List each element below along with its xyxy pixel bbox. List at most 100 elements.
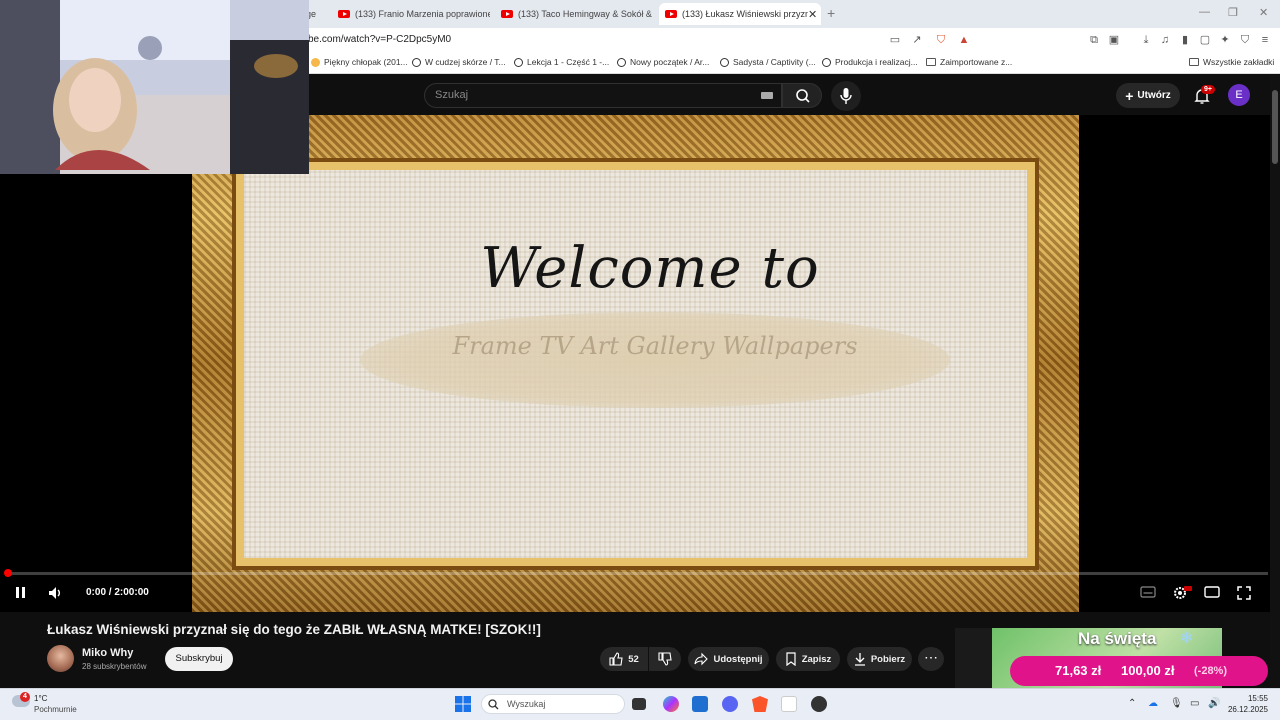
- theater-icon: [1204, 586, 1220, 598]
- brave-icon[interactable]: [752, 696, 768, 712]
- obs-icon[interactable]: [811, 696, 827, 712]
- wallet-icon[interactable]: ▢: [1199, 34, 1211, 46]
- minimize-button[interactable]: —: [1199, 6, 1210, 18]
- bookmark-icon: [786, 652, 796, 666]
- search-icon: [488, 698, 499, 709]
- sidebar-icon[interactable]: ▮: [1179, 34, 1191, 46]
- bookmark-folder[interactable]: Zaimportowane z...: [926, 57, 1012, 67]
- bookmark-item[interactable]: W cudzej skórze / T...: [412, 57, 506, 67]
- microphone-icon: [840, 88, 852, 104]
- menu-icon[interactable]: ≡: [1259, 34, 1271, 46]
- channel-name[interactable]: Miko Why: [82, 647, 133, 659]
- gallery-subtitle: Frame TV Art Gallery Wallpapers: [452, 332, 858, 360]
- cast-icon[interactable]: ▭: [889, 34, 901, 46]
- globe-icon: [412, 57, 421, 67]
- notepad-icon[interactable]: [781, 696, 797, 712]
- clock-time[interactable]: 15:55: [1230, 694, 1268, 703]
- chevron-up-icon[interactable]: ⌃: [1128, 698, 1136, 709]
- weather-temp[interactable]: 1°C: [34, 694, 47, 703]
- tab-search-icon[interactable]: ▣: [1108, 34, 1120, 46]
- clock-date[interactable]: 26.12.2025: [1220, 705, 1268, 714]
- theater-mode-button[interactable]: [1204, 585, 1220, 602]
- tab-title: (133) Franio Marzenia poprawione ar: [355, 9, 490, 19]
- media-icon[interactable]: ♫: [1159, 34, 1171, 46]
- create-button[interactable]: + Utwórz: [1116, 83, 1180, 108]
- keyboard-icon[interactable]: [761, 92, 773, 99]
- more-actions-button[interactable]: ⋯: [918, 647, 944, 671]
- close-tab-icon[interactable]: ✕: [808, 8, 817, 21]
- like-button[interactable]: 52: [600, 647, 648, 671]
- tab-active[interactable]: (133) Łukasz Wiśniewski przyzna ✕: [659, 3, 821, 25]
- youtube-icon: [501, 10, 513, 18]
- scrollbar[interactable]: [1270, 75, 1280, 690]
- all-bookmarks[interactable]: Wszystkie zakładki: [1189, 57, 1274, 67]
- download-label: Pobierz: [870, 653, 906, 665]
- network-icon[interactable]: ▭: [1190, 698, 1199, 709]
- voice-search-button[interactable]: [831, 81, 861, 111]
- scrollbar-thumb[interactable]: [1272, 90, 1278, 164]
- progress-bar[interactable]: [6, 572, 1268, 575]
- dislike-button[interactable]: [649, 647, 681, 671]
- webcam-overlay: [0, 0, 309, 174]
- subtitles-button[interactable]: [1140, 585, 1156, 602]
- ad-regular-price: 100,00 zł: [1121, 663, 1175, 678]
- save-button[interactable]: Zapisz: [776, 647, 840, 671]
- globe-icon: [514, 57, 523, 67]
- new-tab-button[interactable]: +: [827, 5, 835, 21]
- bookmark-label: Zaimportowane z...: [940, 57, 1013, 67]
- taskbar-search[interactable]: Wyszukaj: [481, 694, 625, 714]
- task-view-icon[interactable]: [632, 698, 646, 710]
- share-label: Udostępnij: [713, 653, 763, 665]
- bookmark-item[interactable]: Sadysta / Captivity (...: [720, 57, 816, 67]
- copilot-icon[interactable]: [663, 696, 679, 712]
- url-field[interactable]: be.com/watch?v=P-C2Dpc5yM0: [308, 34, 451, 45]
- subscribe-button[interactable]: Subskrybuj: [165, 647, 233, 671]
- pause-button[interactable]: [14, 585, 28, 604]
- start-button[interactable]: [455, 696, 471, 712]
- microphone-icon[interactable]: 🎙: [1170, 698, 1183, 709]
- bookmark-item[interactable]: Lekcja 1 - Część 1 -...: [514, 57, 609, 67]
- extensions-icon[interactable]: ⧉: [1088, 34, 1100, 46]
- bookmark-item[interactable]: Produkcja i realizacj...: [822, 57, 918, 67]
- weather-badge: 4: [20, 692, 30, 702]
- tab-title: (133) Łukasz Wiśniewski przyzna: [682, 9, 808, 19]
- scrubber-handle[interactable]: [4, 569, 12, 577]
- discord-icon[interactable]: [722, 696, 738, 712]
- store-icon[interactable]: [692, 696, 708, 712]
- fullscreen-icon: [1237, 586, 1251, 600]
- maximize-button[interactable]: ❐: [1228, 6, 1238, 19]
- fullscreen-button[interactable]: [1236, 585, 1252, 604]
- windows-icon: [455, 696, 471, 712]
- pause-icon: [16, 587, 25, 598]
- close-window-button[interactable]: ✕: [1259, 6, 1268, 19]
- ad-discount: (-28%): [1194, 665, 1228, 677]
- brave-shield-icon[interactable]: ⛉: [935, 34, 947, 46]
- brave-rewards-icon[interactable]: ▲: [958, 34, 970, 46]
- weather-condition[interactable]: Pochmurnie: [34, 705, 77, 714]
- tab-franio[interactable]: (133) Franio Marzenia poprawione ar: [332, 3, 490, 25]
- folder-icon: [926, 58, 936, 66]
- snowflake-icon: ❄: [1180, 630, 1194, 647]
- folder-icon: [1189, 58, 1199, 66]
- speaker-icon[interactable]: 🔊: [1208, 698, 1220, 709]
- leo-ai-icon[interactable]: ✦: [1219, 34, 1231, 46]
- share-icon[interactable]: ↗: [911, 34, 923, 46]
- search-button[interactable]: [782, 83, 822, 108]
- channel-avatar[interactable]: [47, 645, 74, 672]
- bookmark-item[interactable]: Piękny chłopak (201...: [311, 57, 408, 67]
- account-avatar[interactable]: E: [1228, 84, 1250, 106]
- notification-badge: 9+: [1201, 85, 1215, 94]
- bookmark-item[interactable]: Nowy początek / Ar...: [617, 57, 709, 67]
- share-button[interactable]: Udostępnij: [688, 647, 769, 671]
- cloud-sync-icon[interactable]: ☁: [1148, 698, 1158, 709]
- screen: ge (133) Franio Marzenia poprawione ar (…: [0, 0, 1280, 720]
- download-button[interactable]: Pobierz: [847, 647, 912, 671]
- search-input[interactable]: Szukaj: [424, 83, 782, 108]
- bookmark-label: Wszystkie zakładki: [1203, 57, 1275, 67]
- vpn-icon[interactable]: ⛉: [1239, 34, 1251, 46]
- tab-title: (133) Taco Hemingway & Sokół & Co: [518, 9, 653, 19]
- volume-button[interactable]: [47, 585, 65, 604]
- tab-taco[interactable]: (133) Taco Hemingway & Sokół & Co: [495, 3, 653, 25]
- download-icon[interactable]: ⤓: [1140, 34, 1152, 46]
- time-display: 0:00 / 2:00:00: [86, 587, 149, 598]
